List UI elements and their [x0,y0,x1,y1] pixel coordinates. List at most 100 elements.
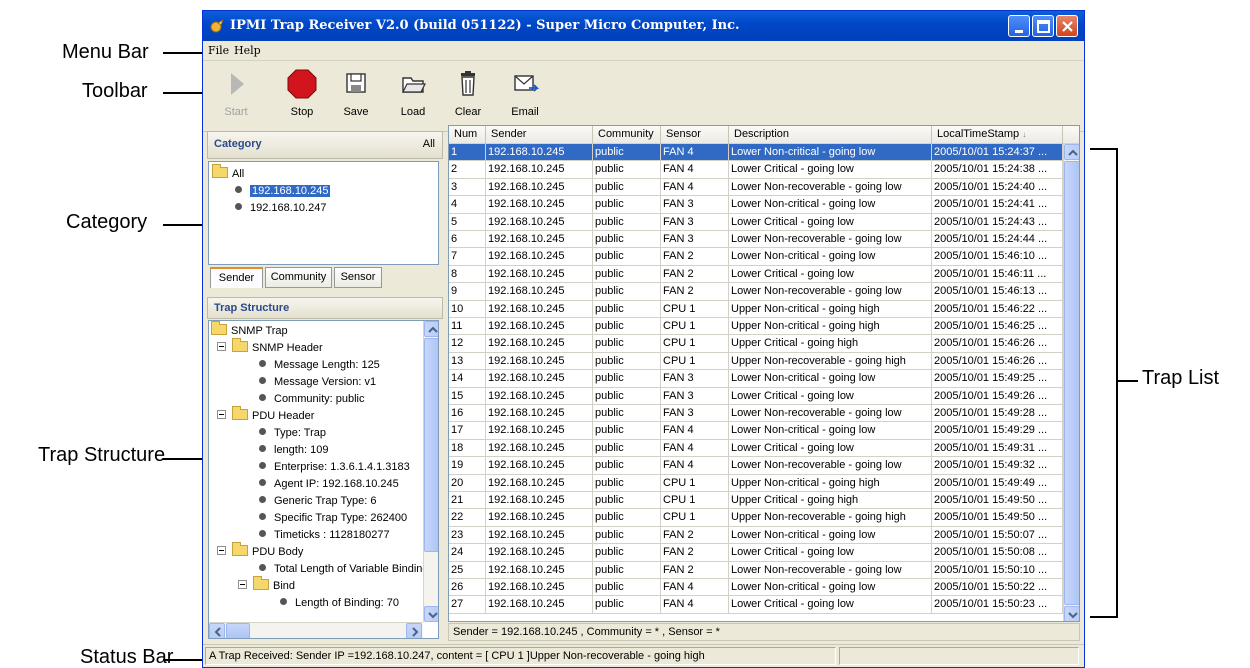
tree-leaf[interactable]: Message Version: v1 [259,374,376,390]
tree-leaf[interactable]: Length of Binding: 70 [280,595,399,611]
menu-file[interactable]: File [208,44,229,57]
table-row[interactable]: 23 192.168.10.245 public FAN 2 Lower Non-cri… [449,526,1063,545]
table-row[interactable]: 1 192.168.10.245 public FAN 4 Lower Non-crit… [449,144,1063,162]
scroll-thumb[interactable] [424,338,438,552]
tree-node-pdu-header[interactable]: PDU Header [217,406,314,424]
collapse-icon[interactable] [238,580,247,589]
callout-trap-list-top-tick [1090,148,1116,150]
column-header-sender[interactable]: Sender [486,126,593,144]
category-item[interactable]: 192.168.10.245 [235,183,331,199]
table-row[interactable]: 21 192.168.10.245 public CPU 1 Upper Critica… [449,492,1063,510]
table-row[interactable]: 15 192.168.10.245 public FAN 3 Lower Critica… [449,387,1063,405]
save-label: Save [343,106,369,118]
close-button[interactable] [1056,15,1078,37]
scroll-up-button[interactable] [1064,144,1079,160]
category-item[interactable]: 192.168.10.247 [235,200,326,216]
tree-leaf[interactable]: Total Length of Variable Binding [259,561,429,577]
column-header-num[interactable]: Num [449,126,486,144]
trap-list-table[interactable]: Num Sender Community Sensor Description … [448,125,1080,622]
table-row[interactable]: 11 192.168.10.245 public CPU 1 Upper Non-cri… [449,318,1063,336]
chevron-down-icon [428,612,438,619]
category-all-link[interactable]: All [423,138,435,150]
scroll-down-button[interactable] [1064,606,1079,621]
table-row[interactable]: 20 192.168.10.245 public CPU 1 Upper Non-cri… [449,474,1063,492]
table-row[interactable]: 24 192.168.10.245 public FAN 2 Lower Critica… [449,544,1063,562]
trap-list-vscroll[interactable] [1063,144,1079,621]
tree-node-pdu-body[interactable]: PDU Body [217,542,303,560]
table-row[interactable]: 2 192.168.10.245 public FAN 4 Lower Critical… [449,161,1063,179]
collapse-icon[interactable] [217,342,226,351]
start-button[interactable]: Start [210,68,262,128]
tree-leaf[interactable]: Specific Trap Type: 262400 [259,510,407,526]
tree-leaf[interactable]: Type: Trap [259,425,326,441]
scroll-left-button[interactable] [209,623,225,638]
trap-structure-tree[interactable]: SNMP Trap SNMP Header Message Length: 12… [208,320,439,639]
cell-timestamp: 2005/10/01 15:50:10 ... [932,561,1063,579]
table-row[interactable]: 3 192.168.10.245 public FAN 4 Lower Non-reco… [449,178,1063,197]
table-row[interactable]: 18 192.168.10.245 public FAN 4 Lower Critica… [449,439,1063,458]
menu-help[interactable]: Help [234,44,261,57]
cell-description: Lower Critical - going low [729,439,932,457]
tree-leaf[interactable]: Message Length: 125 [259,357,380,373]
tab-community[interactable]: Community [265,267,332,288]
floppy-disk-icon [346,73,366,93]
title-bar[interactable]: IPMI Trap Receiver V2.0 (build 051122) -… [203,11,1084,41]
column-header-community[interactable]: Community [593,126,661,144]
column-header-localtimestamp[interactable]: LocalTimeStamp ↓ [932,126,1063,144]
table-row[interactable]: 27 192.168.10.245 public FAN 4 Lower Critica… [449,596,1063,614]
tree-leaf[interactable]: Enterprise: 1.3.6.1.4.1.3183 [259,459,410,475]
column-header-sensor[interactable]: Sensor [661,126,729,144]
bullet-icon [259,445,266,452]
table-row[interactable]: 19 192.168.10.245 public FAN 4 Lower Non-rec… [449,457,1063,475]
tree-leaf[interactable]: Generic Trap Type: 6 [259,493,377,509]
cell-sender: 192.168.10.245 [486,579,593,596]
save-button[interactable]: Save [330,68,382,128]
maximize-button[interactable] [1032,15,1054,37]
column-header-description[interactable]: Description [729,126,932,144]
table-row[interactable]: 8 192.168.10.245 public FAN 2 Lower Critical… [449,265,1063,284]
scroll-down-button[interactable] [424,606,438,622]
table-row[interactable]: 4 192.168.10.245 public FAN 3 Lower Non-crit… [449,196,1063,214]
tree-node-bind[interactable]: Bind [238,576,295,594]
tree-node-snmp-trap[interactable]: SNMP Trap [211,321,288,339]
category-root-node[interactable]: All [212,164,244,182]
table-row[interactable]: 9 192.168.10.245 public FAN 2 Lower Non-reco… [449,283,1063,301]
tree-leaf[interactable]: Timeticks : 1128180277 [259,527,390,543]
collapse-icon[interactable] [217,546,226,555]
scroll-thumb[interactable] [1064,161,1079,605]
trap-structure-vscroll[interactable] [423,321,438,622]
tab-sender[interactable]: Sender [210,267,263,288]
scroll-up-button[interactable] [424,321,438,337]
table-row[interactable]: 6 192.168.10.245 public FAN 3 Lower Non-reco… [449,231,1063,249]
stop-button[interactable]: Stop [276,68,328,128]
folder-icon [232,542,248,556]
table-row[interactable]: 10 192.168.10.245 public CPU 1 Upper Non-cri… [449,300,1063,318]
minimize-button[interactable] [1008,15,1030,37]
clear-button[interactable]: Clear [442,68,494,128]
table-row[interactable]: 25 192.168.10.245 public FAN 2 Lower Non-rec… [449,561,1063,579]
table-row[interactable]: 14 192.168.10.245 public FAN 3 Lower Non-cri… [449,370,1063,388]
table-row[interactable]: 7 192.168.10.245 public FAN 2 Lower Non-crit… [449,248,1063,266]
callout-menu-bar-label: Menu Bar [62,41,149,63]
table-row[interactable]: 17 192.168.10.245 public FAN 4 Lower Non-cri… [449,422,1063,440]
table-row[interactable]: 5 192.168.10.245 public FAN 3 Lower Critical… [449,213,1063,231]
tree-leaf[interactable]: Agent IP: 192.168.10.245 [259,476,399,492]
tree-node-snmp-header[interactable]: SNMP Header [217,338,323,356]
table-row[interactable]: 22 192.168.10.245 public CPU 1 Upper Non-rec… [449,509,1063,527]
collapse-icon[interactable] [217,410,226,419]
load-button[interactable]: Load [387,68,439,128]
table-row[interactable]: 16 192.168.10.245 public FAN 3 Lower Non-rec… [449,405,1063,423]
cell-sender: 192.168.10.245 [486,370,593,388]
category-tree[interactable]: All 192.168.10.245 192.168.10.247 [208,161,439,265]
cell-num: 24 [449,544,486,562]
tree-leaf[interactable]: length: 109 [259,442,328,458]
scroll-right-button[interactable] [406,623,422,638]
trap-structure-hscroll[interactable] [209,622,423,638]
tree-leaf[interactable]: Community: public [259,391,364,407]
table-row[interactable]: 12 192.168.10.245 public CPU 1 Upper Critica… [449,335,1063,353]
table-row[interactable]: 13 192.168.10.245 public CPU 1 Upper Non-rec… [449,352,1063,371]
email-button[interactable]: Email [499,68,551,128]
table-row[interactable]: 26 192.168.10.245 public FAN 4 Lower Non-cri… [449,579,1063,597]
tab-sensor[interactable]: Sensor [334,267,382,288]
scroll-thumb[interactable] [226,623,250,638]
